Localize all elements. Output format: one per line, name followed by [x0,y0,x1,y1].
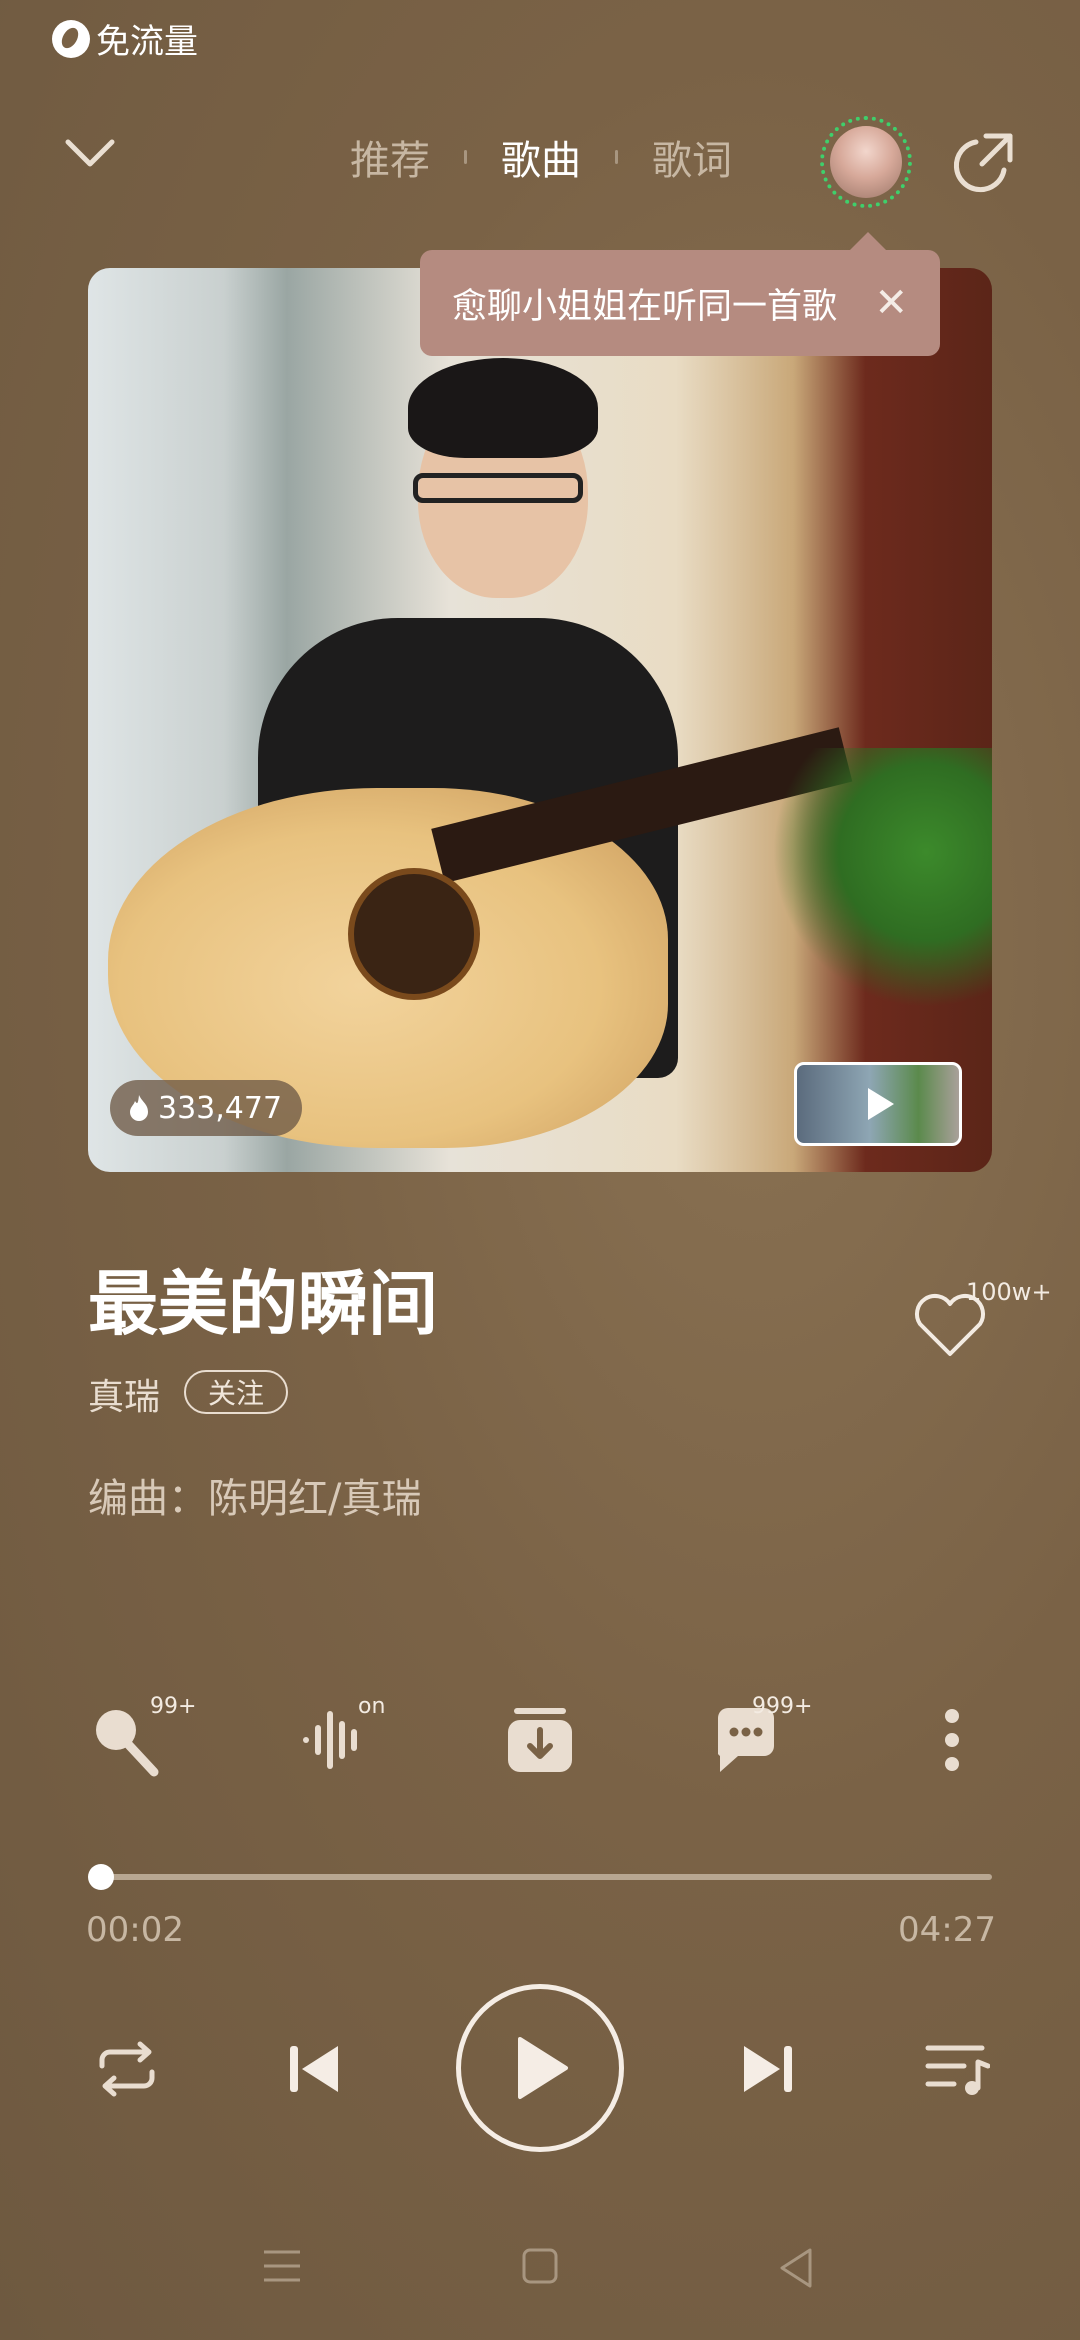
back-icon[interactable] [778,2248,814,2288]
free-traffic-indicator: 免流量 [52,14,198,63]
progress-track[interactable] [94,1874,992,1880]
tab-lyrics[interactable]: 歌词 [652,128,732,186]
share-icon[interactable] [952,130,1016,194]
sound-effect-button[interactable]: on [296,1694,385,1780]
composer-credit: 编曲：陈明红/真瑞 [88,1476,422,1522]
karaoke-button[interactable]: 99+ [88,1694,196,1780]
karaoke-badge: 99+ [150,1694,197,1719]
more-button[interactable] [912,1700,992,1780]
avatar [830,126,902,198]
like-count: 100w+ [966,1278,1052,1306]
header-tabs: 推荐 歌曲 歌词 [350,128,732,186]
download-button[interactable] [500,1700,580,1780]
next-track-icon[interactable] [738,2040,796,2098]
cover-guitar-soundhole [348,868,480,1000]
home-icon[interactable] [522,2248,558,2284]
previous-track-icon[interactable] [286,2040,344,2098]
repeat-icon[interactable] [94,2036,160,2102]
tab-song[interactable]: 歌曲 [501,128,581,186]
comments-button[interactable]: 999+ [706,1694,812,1780]
mini-video-thumbnail[interactable] [794,1062,962,1146]
free-traffic-label: 免流量 [96,22,198,62]
listening-together-tooltip: 愈聊小姐姐在听同一首歌 ✕ [420,232,940,356]
hot-count-badge: 333,477 [110,1080,303,1136]
artist-name[interactable]: 真瑞 [88,1368,160,1420]
tab-divider [615,150,618,164]
total-time: 04:27 [898,1910,996,1950]
play-button[interactable] [456,1984,624,2152]
play-icon [518,2037,568,2099]
chevron-down-icon[interactable] [64,138,116,170]
current-time: 00:02 [86,1910,184,1950]
cover-plant [772,748,992,1008]
tooltip-text: 愈聊小姐姐在听同一首歌 [452,286,838,327]
song-title: 最美的瞬间 [88,1263,438,1345]
hot-count: 333,477 [158,1090,283,1126]
album-cover[interactable]: 333,477 [88,268,992,1172]
flame-icon [130,1095,148,1121]
tab-recommend[interactable]: 推荐 [350,128,430,186]
play-icon [868,1088,894,1120]
action-row: 99+ on 999+ [88,1694,992,1790]
listening-friend-avatar[interactable] [820,116,912,208]
playlist-icon[interactable] [924,2040,990,2100]
more-vertical-icon [945,1709,959,1771]
download-icon [508,1708,572,1772]
close-icon[interactable]: ✕ [874,280,908,326]
cover-artist-glasses [413,473,583,503]
netease-logo-icon [52,19,90,58]
tab-divider [464,150,467,164]
sound-effect-badge: on [358,1694,386,1719]
progress-knob[interactable] [88,1864,115,1890]
cover-artist-hair [408,358,598,458]
comment-count: 999+ [752,1694,813,1719]
follow-button[interactable]: 关注 [184,1370,289,1414]
menu-icon[interactable] [262,2248,302,2284]
